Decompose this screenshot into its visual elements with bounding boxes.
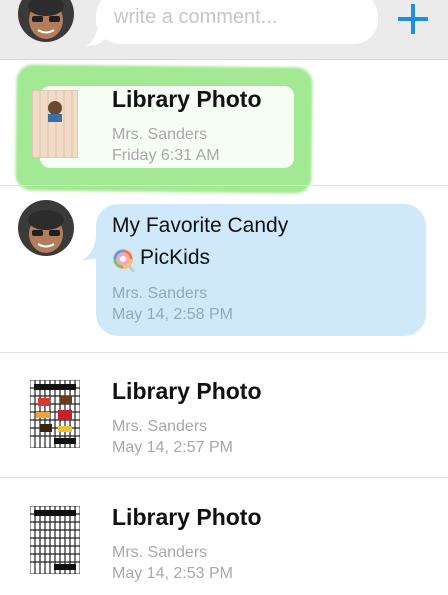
avatar[interactable] (18, 0, 74, 42)
library-photo-thumbnail[interactable] (29, 379, 81, 449)
post-title[interactable]: Library Photo (112, 504, 262, 531)
post-author: Mrs. Sanders (112, 544, 208, 561)
library-photo-thumbnail[interactable] (29, 505, 81, 575)
divider (0, 185, 448, 186)
library-photo-thumbnail[interactable] (31, 89, 79, 159)
post-author: Mrs. Sanders (112, 418, 208, 435)
post-title[interactable]: Library Photo (112, 378, 262, 405)
comment-text: My Favorite Candy (112, 214, 289, 237)
divider (0, 477, 448, 478)
avatar[interactable] (18, 200, 74, 256)
compose-bar: write a comment... (0, 0, 448, 60)
plus-icon[interactable] (398, 4, 428, 34)
divider (0, 352, 448, 353)
lollipop-icon (113, 249, 135, 272)
post-title[interactable]: Library Photo (112, 86, 262, 113)
comment-text: PicKids (140, 246, 211, 269)
post-time: May 14, 2:53 PM (112, 565, 233, 582)
post-time: Friday 6:31 AM (112, 147, 220, 164)
comment-time: May 14, 2:58 PM (112, 306, 233, 323)
comment-author: Mrs. Sanders (112, 285, 208, 302)
post-author: Mrs. Sanders (112, 126, 208, 143)
post-time: May 14, 2:57 PM (112, 439, 233, 456)
comment-input[interactable]: write a comment... (96, 0, 378, 44)
